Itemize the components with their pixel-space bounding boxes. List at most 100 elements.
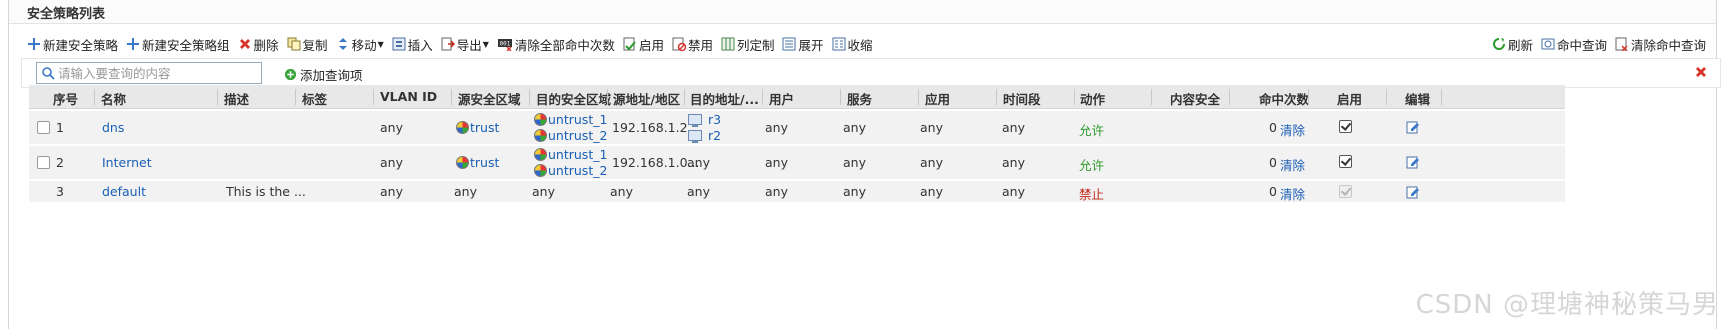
new-policy-button[interactable]: 新建安全策略 — [27, 33, 118, 55]
zone-icon — [534, 148, 547, 161]
columns-icon — [721, 37, 735, 51]
row-enabled-checkbox[interactable] — [1339, 120, 1352, 133]
clear-all-hits-label: 清除全部命中次数 — [514, 37, 615, 53]
col-service[interactable]: 服务 — [847, 89, 872, 108]
src-zone-label: trust — [470, 120, 500, 135]
table-row[interactable]: 2 Internet any trust untrust_1 untrust_2… — [29, 146, 1565, 180]
refresh-label: 刷新 — [1507, 37, 1533, 53]
col-seq[interactable]: 序号 — [53, 89, 78, 108]
col-src-zone[interactable]: 源安全区域 — [458, 89, 521, 108]
col-tag[interactable]: 标签 — [302, 89, 327, 108]
row-hits: 0 — [1269, 184, 1277, 199]
row-enabled-checkbox[interactable] — [1339, 155, 1352, 168]
customize-columns-button[interactable]: 列定制 — [721, 33, 774, 55]
edit-icon[interactable] — [1406, 155, 1420, 169]
panel-title: 安全策略列表 — [27, 7, 106, 22]
disable-button[interactable]: 禁用 — [672, 33, 713, 55]
col-time[interactable]: 时间段 — [1003, 89, 1041, 108]
move-dropdown[interactable]: 移动 ▼ — [336, 33, 384, 55]
row-clear-hits-link[interactable]: 清除 — [1280, 184, 1305, 203]
col-name[interactable]: 名称 — [101, 89, 126, 108]
col-action[interactable]: 动作 — [1080, 89, 1105, 108]
new-policy-group-button[interactable]: 新建安全策略组 — [126, 33, 230, 55]
clear-all-hits-button[interactable]: 001 清除全部命中次数 — [497, 33, 615, 55]
table-row[interactable]: 3 default This is the ... any any any an… — [29, 181, 1565, 203]
row-name[interactable]: Internet — [102, 155, 152, 170]
disable-label: 禁用 — [687, 37, 713, 53]
row-dst-zone-2[interactable]: untrust_2 — [534, 128, 607, 143]
enable-button[interactable]: 启用 — [623, 33, 664, 55]
row-name[interactable]: default — [102, 184, 146, 199]
col-user[interactable]: 用户 — [769, 89, 794, 108]
row-src-zone[interactable]: trust — [456, 120, 499, 135]
row-select-checkbox[interactable] — [37, 121, 50, 134]
copy-label: 复制 — [302, 37, 328, 53]
edit-icon[interactable] — [1406, 185, 1420, 199]
col-app[interactable]: 应用 — [925, 89, 950, 108]
table-row[interactable]: 1 dns any trust untrust_1 untrust_2 192.… — [29, 111, 1565, 145]
col-dst-addr[interactable]: 目的地址/... — [690, 89, 759, 108]
row-time: any — [1002, 155, 1025, 170]
row-src-addr: any — [610, 184, 633, 199]
insert-label: 插入 — [407, 37, 433, 53]
row-src-zone[interactable]: trust — [456, 155, 499, 170]
col-edit[interactable]: 编辑 — [1405, 89, 1430, 108]
plus-icon — [28, 38, 40, 50]
copy-button[interactable]: 复制 — [287, 33, 328, 55]
host-icon — [688, 114, 702, 127]
search-icon — [42, 67, 55, 80]
col-src-addr[interactable]: 源地址/地区 — [613, 89, 680, 108]
col-desc[interactable]: 描述 — [224, 89, 249, 108]
close-icon[interactable] — [1694, 65, 1708, 79]
search-box[interactable] — [36, 62, 262, 84]
row-hits: 0 — [1269, 155, 1277, 170]
row-dst-addr-2[interactable]: r2 — [688, 128, 721, 143]
row-clear-hits-link[interactable]: 清除 — [1280, 120, 1305, 139]
disable-icon — [672, 37, 686, 51]
row-name[interactable]: dns — [102, 120, 124, 135]
delete-x-icon — [239, 39, 250, 49]
row-select-checkbox[interactable] — [37, 156, 50, 169]
edit-icon[interactable] — [1406, 120, 1420, 134]
insert-button[interactable]: 插入 — [392, 33, 433, 55]
search-input[interactable] — [58, 65, 258, 81]
add-filter-button[interactable]: 添加查询项 — [284, 65, 363, 84]
row-action: 允许 — [1079, 123, 1105, 138]
row-dst-addr: any — [687, 155, 710, 170]
col-content-security[interactable]: 内容安全 — [1170, 89, 1220, 108]
row-vlan: any — [380, 120, 403, 135]
row-desc: This is the ... — [226, 184, 306, 199]
row-app: any — [920, 184, 943, 199]
row-dst-zone-1[interactable]: untrust_1 — [534, 147, 607, 162]
row-src-zone: any — [454, 184, 477, 199]
row-src-addr: 192.168.1.2... — [612, 120, 700, 135]
row-clear-hits-link[interactable]: 清除 — [1280, 155, 1305, 174]
row-user: any — [765, 155, 788, 170]
move-label: 移动 — [351, 37, 377, 53]
row-dst-zone-1[interactable]: untrust_1 — [534, 112, 607, 127]
export-dropdown[interactable]: 导出 ▼ — [441, 33, 489, 55]
refresh-button[interactable]: 刷新 — [1492, 33, 1533, 55]
delete-button[interactable]: 删除 — [238, 33, 279, 55]
row-dst-zone-2[interactable]: untrust_2 — [534, 163, 607, 178]
dst-zone-label: untrust_1 — [548, 112, 608, 127]
svg-text:001: 001 — [499, 41, 510, 48]
clear-hit-query-icon — [1615, 37, 1628, 51]
expand-button[interactable]: 展开 — [782, 33, 824, 55]
clear-hit-query-button[interactable]: 清除命中查询 — [1615, 33, 1706, 55]
move-arrows-icon — [338, 38, 347, 50]
collapse-button[interactable]: 收缩 — [832, 33, 873, 55]
collapse-label: 收缩 — [847, 37, 873, 53]
row-dst-addr-1[interactable]: r3 — [688, 112, 721, 127]
src-zone-label: trust — [470, 155, 500, 170]
col-hits[interactable]: 命中次数 — [1259, 89, 1309, 108]
search-row: 添加查询项 — [21, 58, 1721, 88]
row-service: any — [843, 120, 866, 135]
col-vlan[interactable]: VLAN ID — [380, 89, 437, 104]
dst-addr-label: r3 — [708, 112, 722, 127]
col-dst-zone[interactable]: 目的安全区域 — [536, 89, 611, 108]
watermark: CSDN @理塘神秘策马男 — [1415, 290, 1719, 320]
hit-query-button[interactable]: 命中查询 — [1541, 33, 1607, 55]
row-user: any — [765, 184, 788, 199]
col-enabled[interactable]: 启用 — [1337, 89, 1362, 108]
